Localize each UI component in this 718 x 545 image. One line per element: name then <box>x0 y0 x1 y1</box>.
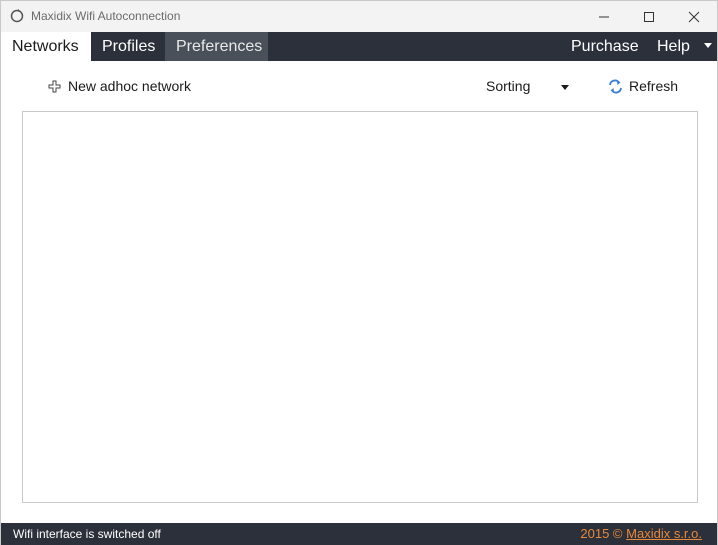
status-message: Wifi interface is switched off <box>13 527 161 541</box>
tab-networks[interactable]: Networks <box>1 32 91 61</box>
new-adhoc-label: New adhoc network <box>68 78 191 94</box>
copyright-symbol: © <box>612 526 623 541</box>
company-link[interactable]: Maxidix s.r.o. <box>626 526 702 541</box>
sorting-label: Sorting <box>486 78 531 94</box>
app-icon <box>10 9 24 23</box>
minimize-icon <box>599 16 609 17</box>
help-menu[interactable]: Help <box>657 32 690 61</box>
new-adhoc-network-button[interactable]: New adhoc network <box>48 78 191 94</box>
plus-icon <box>48 80 61 92</box>
sorting-dropdown[interactable]: Sorting <box>486 78 530 94</box>
title-bar[interactable]: Maxidix Wifi Autoconnection <box>1 1 717 32</box>
close-button[interactable] <box>671 1 717 32</box>
chevron-down-icon[interactable] <box>704 43 712 48</box>
window-title: Maxidix Wifi Autoconnection <box>31 9 181 23</box>
maximize-button[interactable] <box>626 1 672 32</box>
menu-bar: Networks Profiles Preferences Purchase H… <box>1 32 717 61</box>
toolbar: New adhoc network Sorting Refresh <box>1 61 717 109</box>
purchase-menu[interactable]: Purchase <box>571 32 639 61</box>
refresh-icon <box>609 79 622 93</box>
refresh-label: Refresh <box>629 78 679 94</box>
copyright-year: 2015 <box>580 526 610 541</box>
chevron-down-icon[interactable] <box>561 85 569 90</box>
app-window: Maxidix Wifi Autoconnection Networks Pro… <box>0 0 718 545</box>
tab-preferences[interactable]: Preferences <box>165 32 268 61</box>
network-list[interactable] <box>22 111 698 503</box>
maximize-icon <box>644 11 654 22</box>
close-icon <box>688 11 700 22</box>
copyright: 2015 © Maxidix s.r.o. <box>580 526 702 541</box>
status-bar: Wifi interface is switched off 2015 © Ma… <box>1 523 717 545</box>
refresh-button[interactable]: Refresh <box>608 78 678 94</box>
minimize-button[interactable] <box>581 1 627 32</box>
tab-profiles[interactable]: Profiles <box>91 32 165 61</box>
